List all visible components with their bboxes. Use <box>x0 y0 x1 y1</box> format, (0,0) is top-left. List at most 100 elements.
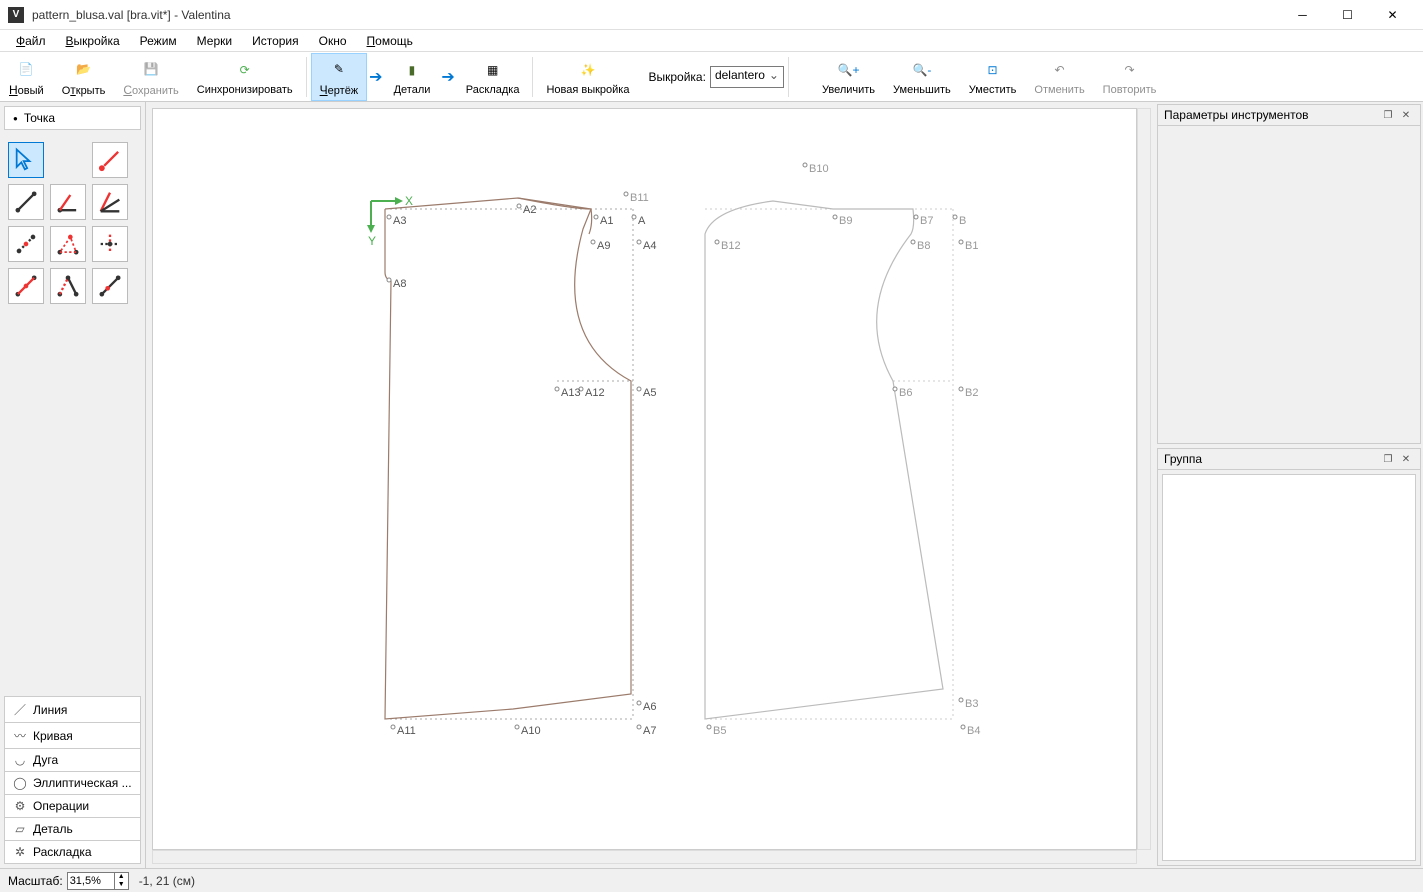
point-B9[interactable] <box>833 215 838 220</box>
category-arc[interactable]: ◡Дуга <box>4 748 141 772</box>
point-A9[interactable] <box>591 240 596 245</box>
ellipse-icon: ◯ <box>13 776 27 790</box>
point-A2[interactable] <box>517 204 522 209</box>
new-pattern-button[interactable]: ✨ Новая выкройка <box>537 53 638 101</box>
point-A[interactable] <box>632 215 637 220</box>
tool-pointer[interactable] <box>8 142 44 178</box>
zoom-spin-down[interactable]: ▼ <box>114 881 128 889</box>
tool-grid <box>4 138 141 308</box>
redo-button[interactable]: ↷ Повторить <box>1094 53 1166 101</box>
dock-float-button[interactable]: ❐ <box>1380 108 1396 122</box>
menu-history[interactable]: История <box>242 32 309 50</box>
dock-float-button[interactable]: ❐ <box>1380 452 1396 466</box>
point-A7[interactable] <box>637 725 642 730</box>
point-A4[interactable] <box>637 240 642 245</box>
point-label-A4: A4 <box>643 240 656 252</box>
menu-window[interactable]: Окно <box>309 32 357 50</box>
point-A10[interactable] <box>515 725 520 730</box>
point-B8[interactable] <box>911 240 916 245</box>
point-B11[interactable] <box>624 192 629 197</box>
menu-mode[interactable]: Режим <box>130 32 187 50</box>
new-button[interactable]: 📄 Новый <box>0 53 53 101</box>
point-B6[interactable] <box>893 387 898 392</box>
category-curve[interactable]: 〰Кривая <box>4 722 141 749</box>
minimize-button[interactable]: ─ <box>1280 0 1325 30</box>
point-B4[interactable] <box>961 725 966 730</box>
category-operations[interactable]: ⚙Операции <box>4 794 141 818</box>
close-button[interactable]: ✕ <box>1370 0 1415 30</box>
point-A11[interactable] <box>391 725 396 730</box>
zoom-out-button[interactable]: 🔍- Уменьшить <box>884 53 960 101</box>
menu-pattern[interactable]: Выкройка <box>56 32 130 50</box>
point-A13[interactable] <box>555 387 560 392</box>
tool-point-line[interactable] <box>8 268 44 304</box>
tool-perpendicular[interactable] <box>8 226 44 262</box>
save-button[interactable]: 💾 Сохранить <box>114 53 187 101</box>
point-B2[interactable] <box>959 387 964 392</box>
zoom-input[interactable] <box>68 873 114 889</box>
tool-point-xy[interactable] <box>50 268 86 304</box>
horizontal-scrollbar[interactable] <box>152 850 1137 864</box>
arc-icon: ◡ <box>13 753 27 767</box>
curve-icon: 〰 <box>13 727 27 744</box>
point-B3[interactable] <box>959 698 964 703</box>
menu-file[interactable]: Файл <box>6 32 56 50</box>
point-A1[interactable] <box>594 215 599 220</box>
zoom-spinbox[interactable]: ▲ ▼ <box>67 872 129 890</box>
point-label-B8: B8 <box>917 240 930 252</box>
point-A8[interactable] <box>387 278 392 283</box>
category-layout[interactable]: ✲Раскладка <box>4 840 141 864</box>
drawing-canvas[interactable]: X Y <box>152 108 1137 850</box>
zoom-fit-icon: ⊡ <box>988 58 998 82</box>
zoom-fit-button[interactable]: ⊡ Уместить <box>960 53 1026 101</box>
dock-group-title: Группа <box>1164 452 1378 466</box>
point-A6[interactable] <box>637 701 642 706</box>
point-B10[interactable] <box>803 163 808 168</box>
zoom-spin-up[interactable]: ▲ <box>114 873 128 881</box>
tool-endpoint-line[interactable] <box>92 142 128 178</box>
tool-intersection[interactable] <box>92 226 128 262</box>
point-A3[interactable] <box>387 215 392 220</box>
zoom-in-button[interactable]: 🔍+ Увеличить <box>813 53 884 101</box>
category-detail[interactable]: ▱Деталь <box>4 817 141 841</box>
new-icon: 📄 <box>19 57 34 81</box>
tool-angle[interactable] <box>50 184 86 220</box>
category-elliptical[interactable]: ◯Эллиптическая ... <box>4 771 141 795</box>
dock-close-button[interactable]: ✕ <box>1398 108 1414 122</box>
point-label-A3: A3 <box>393 215 406 227</box>
tool-triangle[interactable] <box>50 226 86 262</box>
point-B[interactable] <box>953 215 958 220</box>
vertical-scrollbar[interactable] <box>1137 108 1151 850</box>
menu-help[interactable]: Помощь <box>357 32 423 50</box>
point-B5[interactable] <box>707 725 712 730</box>
mode-draw-button[interactable]: ✎ Чертёж <box>311 53 368 101</box>
pattern-combo[interactable]: delantero <box>710 66 784 88</box>
point-B12[interactable] <box>715 240 720 245</box>
point-A5[interactable] <box>637 387 642 392</box>
tool-panel: Точка ／Линия 〰Кривая ◡Дуга ◯Эллиптическа… <box>0 102 146 868</box>
mode-details-button[interactable]: ▮ Детали <box>385 53 440 101</box>
undo-button[interactable]: ↶ Отменить <box>1025 53 1093 101</box>
cursor-coords: -1, 21 (см) <box>139 874 195 888</box>
dock-close-button[interactable]: ✕ <box>1398 452 1414 466</box>
tool-bisector[interactable] <box>92 184 128 220</box>
sync-button[interactable]: ⟳ Синхронизировать <box>188 53 302 101</box>
dock-group-body[interactable] <box>1162 474 1416 861</box>
toolbar: 📄 Новый 📂 Открыть 💾 Сохранить ⟳ Синхрони… <box>0 52 1423 102</box>
canvas-area: X Y <box>146 102 1155 868</box>
maximize-button[interactable]: ☐ <box>1325 0 1370 30</box>
arrow-right-icon: ➔ <box>439 67 456 87</box>
mode-layout-button[interactable]: ▦ Раскладка <box>457 53 529 101</box>
tool-midpoint[interactable] <box>92 268 128 304</box>
tool-segment[interactable] <box>8 184 44 220</box>
arrow-right-icon: ➔ <box>367 67 384 87</box>
point-B7[interactable] <box>914 215 919 220</box>
point-B1[interactable] <box>959 240 964 245</box>
point-label-B9: B9 <box>839 215 852 227</box>
tool-category-header[interactable]: Точка <box>4 106 141 130</box>
menubar: Файл Выкройка Режим Мерки История Окно П… <box>0 30 1423 52</box>
category-line[interactable]: ／Линия <box>4 696 141 723</box>
menu-measurements[interactable]: Мерки <box>187 32 242 50</box>
zoom-in-icon: 🔍+ <box>838 58 860 82</box>
open-button[interactable]: 📂 Открыть <box>53 53 115 101</box>
